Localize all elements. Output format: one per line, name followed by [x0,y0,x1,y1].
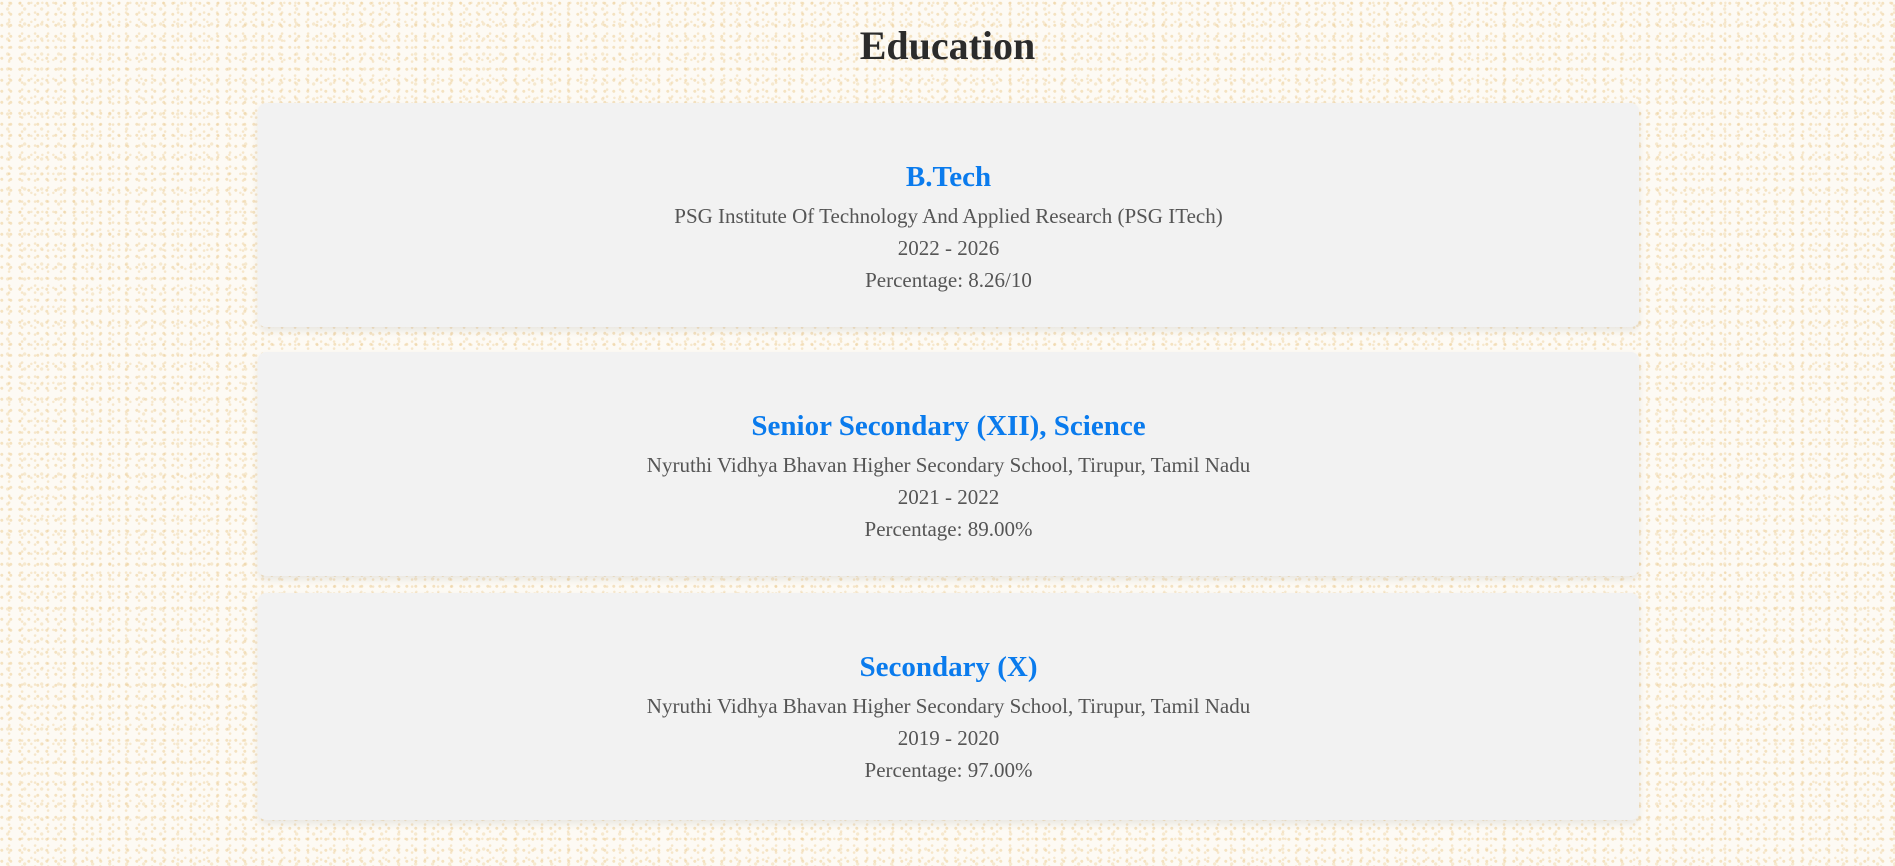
percentage-score: Percentage: 97.00% [864,758,1033,782]
year-range: 2022 - 2026 [897,236,1000,260]
education-card: Secondary (X) Nyruthi Vidhya Bhavan High… [258,593,1639,820]
degree-title: Senior Secondary (XII), Science [751,410,1146,442]
institution-name: PSG Institute Of Technology And Applied … [674,204,1223,228]
education-card: Senior Secondary (XII), Science Nyruthi … [258,352,1639,576]
percentage-score: Percentage: 89.00% [864,517,1033,541]
degree-title: B.Tech [905,161,992,193]
percentage-score: Percentage: 8.26/10 [865,268,1032,292]
degree-title: Secondary (X) [859,651,1038,683]
education-card-content: B.Tech PSG Institute Of Technology And A… [258,159,1639,296]
page-title: Education [859,23,1036,68]
education-card-content: Senior Secondary (XII), Science Nyruthi … [258,408,1639,545]
institution-name: Nyruthi Vidhya Bhavan Higher Secondary S… [646,694,1251,718]
institution-name: Nyruthi Vidhya Bhavan Higher Secondary S… [646,453,1251,477]
education-card: B.Tech PSG Institute Of Technology And A… [258,103,1639,327]
education-card-content: Secondary (X) Nyruthi Vidhya Bhavan High… [258,649,1639,786]
year-range: 2019 - 2020 [897,726,1000,750]
year-range: 2021 - 2022 [897,485,1000,509]
